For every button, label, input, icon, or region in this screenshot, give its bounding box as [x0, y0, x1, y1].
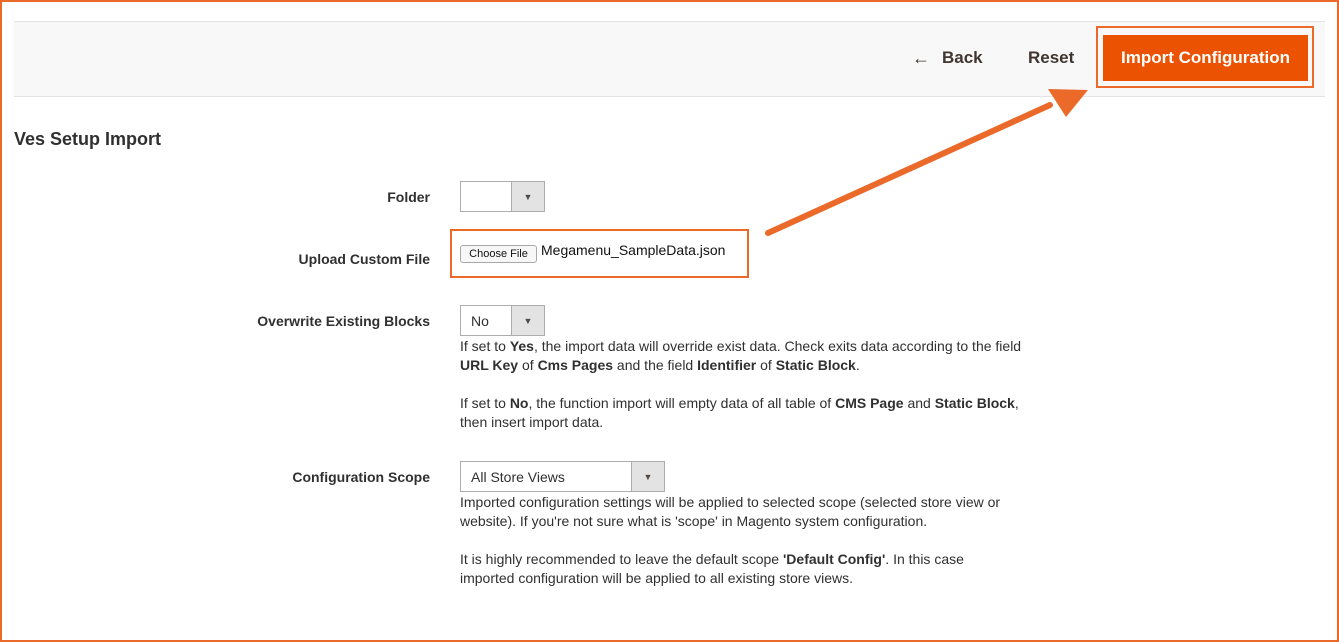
scope-select[interactable]: All Store Views ▼: [460, 461, 665, 492]
annotation-arrow-head: [1048, 89, 1088, 117]
caret-down-icon: ▼: [511, 306, 544, 335]
choose-file-button[interactable]: Choose File: [460, 245, 537, 263]
overwrite-label: Overwrite Existing Blocks: [257, 313, 430, 329]
section-title: Ves Setup Import: [14, 129, 162, 149]
overwrite-select[interactable]: No ▼: [460, 305, 545, 336]
folder-label: Folder: [387, 189, 430, 205]
selected-file-name: Megamenu_SampleData.json: [541, 242, 726, 258]
caret-down-icon: ▼: [631, 462, 664, 491]
scope-note-2: It is highly recommended to leave the de…: [460, 551, 964, 586]
upload-file-label: Upload Custom File: [298, 251, 430, 267]
overwrite-note-yes: If set to Yes, the import data will over…: [460, 338, 1022, 373]
annotation-arrow-line: [765, 102, 1053, 236]
caret-down-icon: ▼: [511, 182, 544, 211]
overwrite-select-value: No: [471, 312, 489, 329]
scope-label: Configuration Scope: [292, 469, 430, 485]
scope-note-1: Imported configuration settings will be …: [460, 494, 1001, 529]
scope-select-value: All Store Views: [471, 468, 565, 485]
folder-select[interactable]: ▼: [460, 181, 545, 212]
overwrite-note-no: If set to No, the function import will e…: [460, 395, 1019, 430]
